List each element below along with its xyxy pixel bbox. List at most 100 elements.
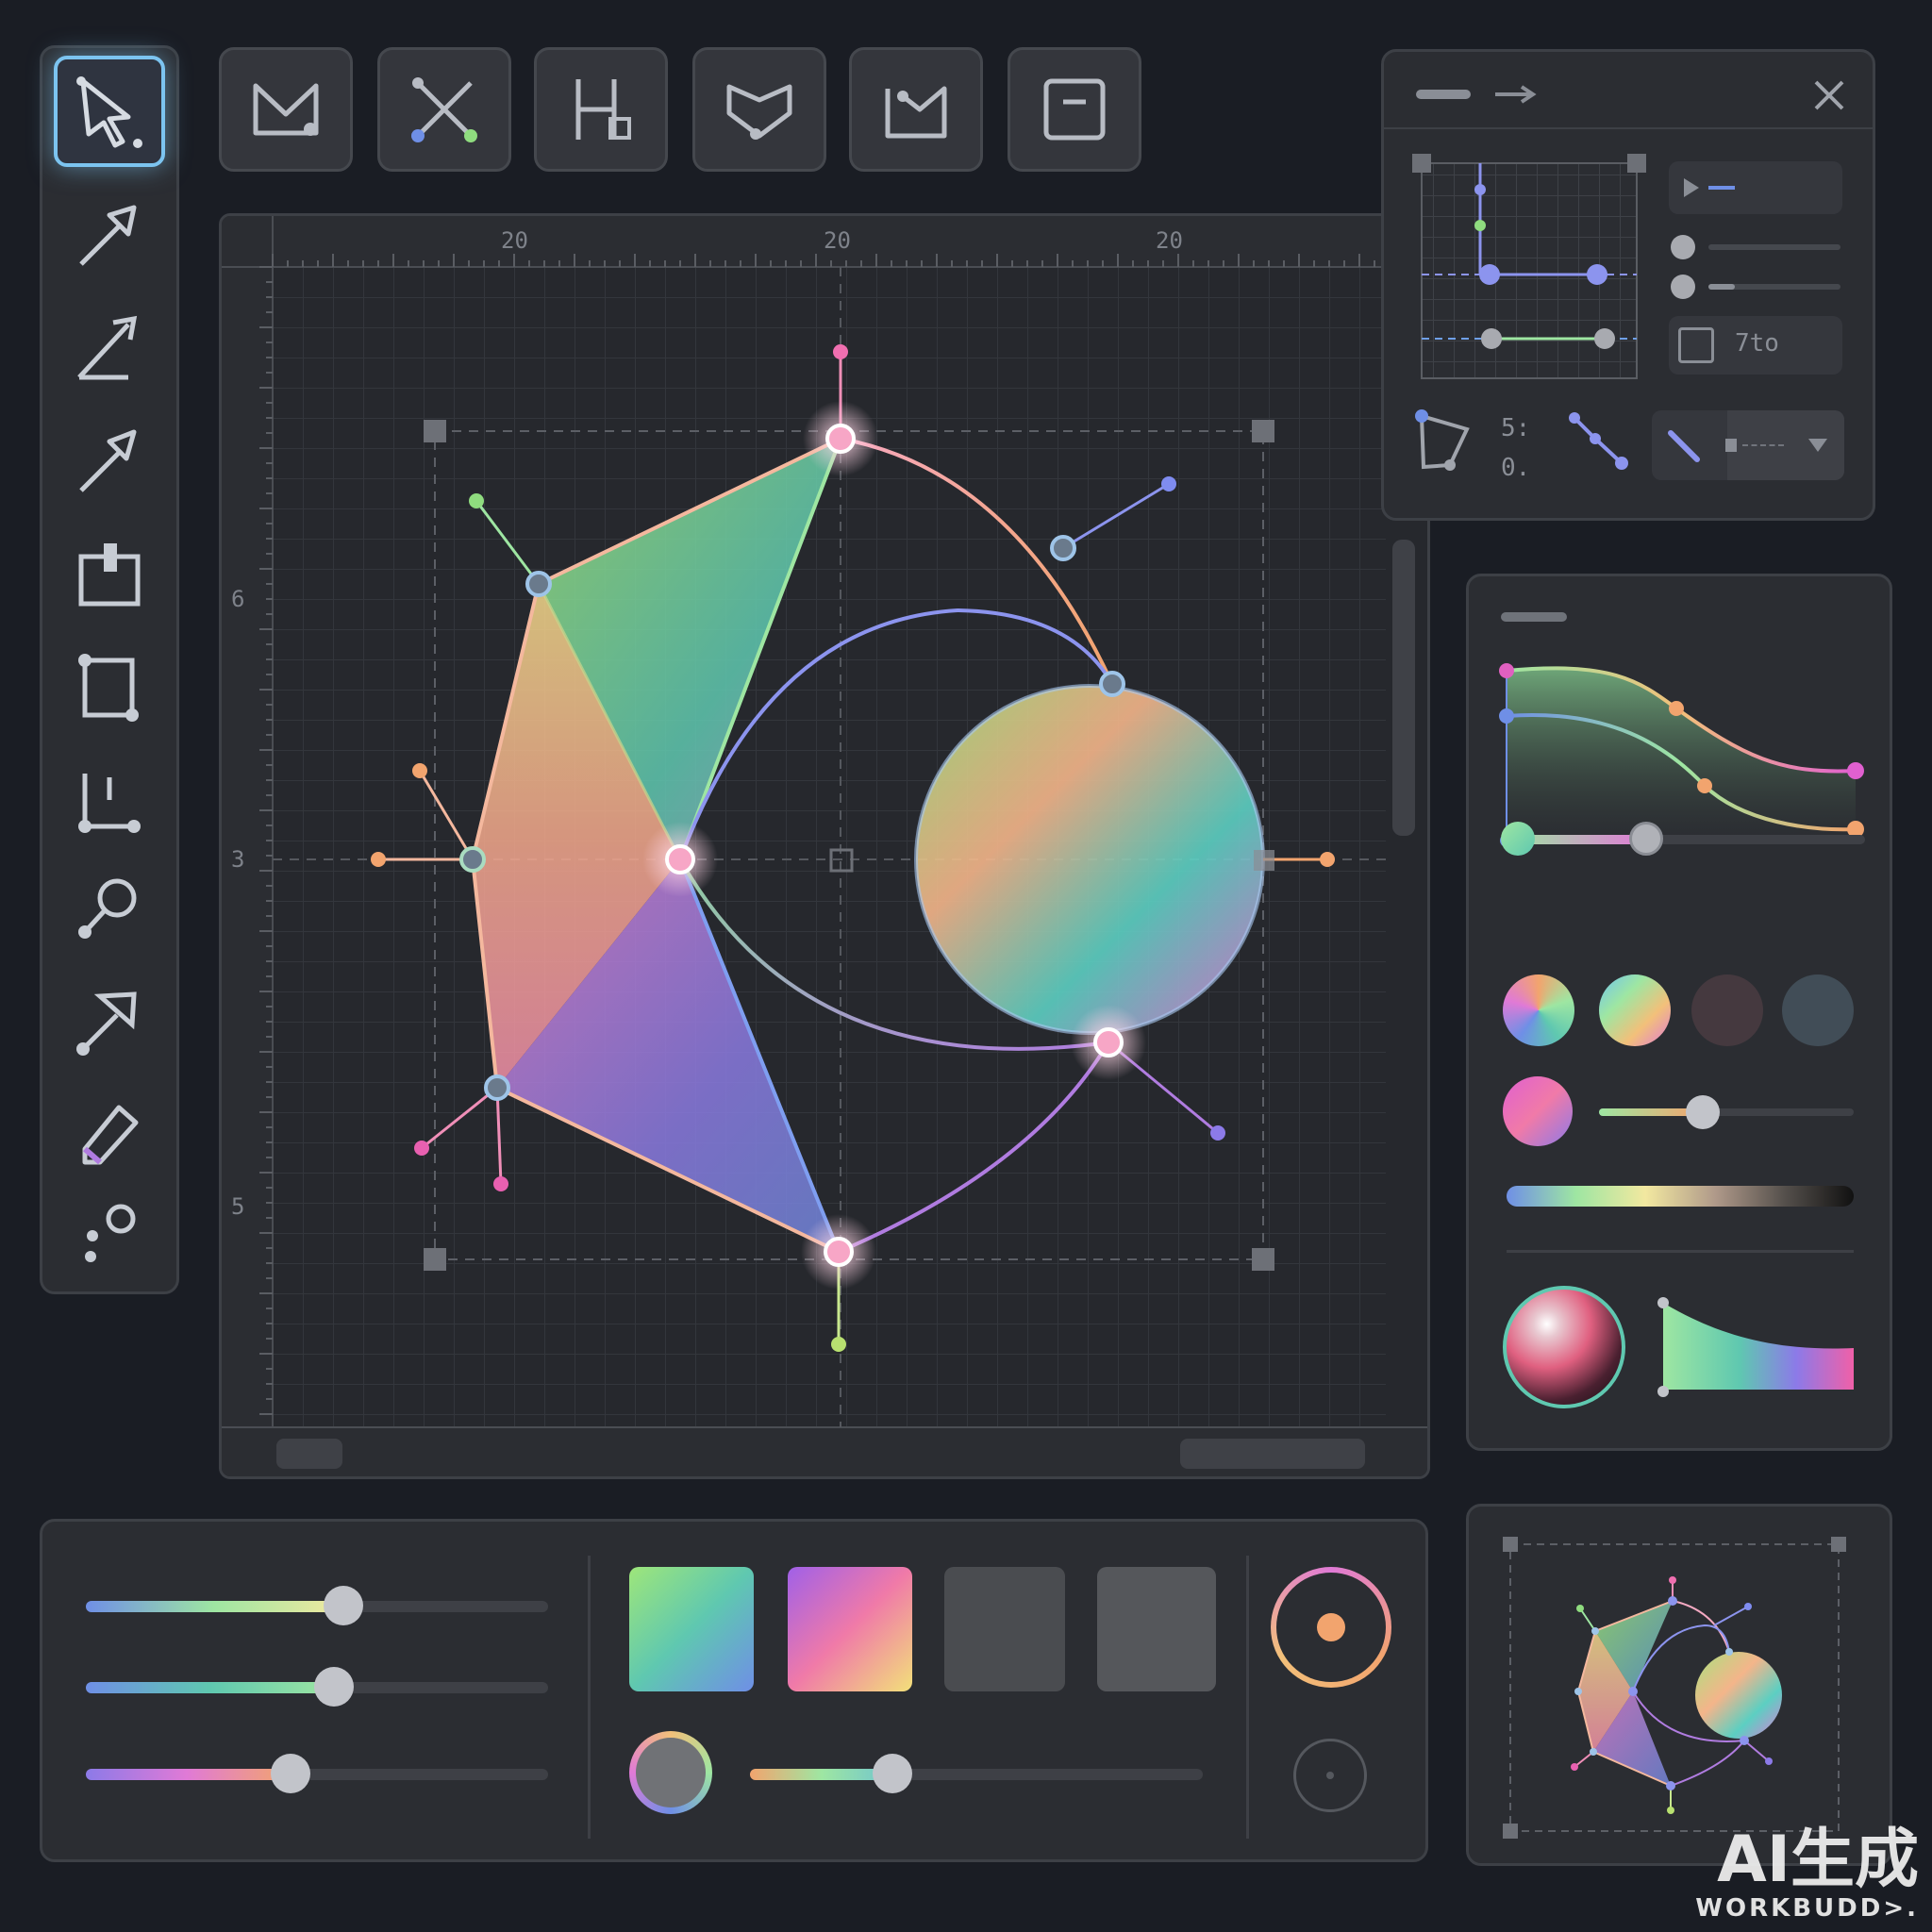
pen-icon bbox=[79, 205, 137, 266]
watermark-subtitle: WORKBUDD>. bbox=[1695, 1894, 1919, 1923]
node-edit-tool-button[interactable] bbox=[54, 965, 165, 1076]
coord-label-x: 5: bbox=[1501, 414, 1531, 442]
path-nodes-icon[interactable] bbox=[1567, 410, 1633, 476]
divider bbox=[1246, 1556, 1249, 1839]
value-field[interactable]: 7to bbox=[1669, 316, 1842, 375]
swatch-gray-1[interactable] bbox=[944, 1567, 1065, 1691]
opacity-slider-thumb[interactable] bbox=[1686, 1095, 1720, 1129]
line-tool-button[interactable] bbox=[54, 291, 165, 403]
heart-shape-icon bbox=[726, 84, 792, 140]
swatch-gray-2[interactable] bbox=[1097, 1567, 1216, 1691]
stroke-width-slider-thumb[interactable] bbox=[873, 1754, 912, 1793]
align-nodes-button[interactable] bbox=[534, 47, 668, 172]
bottom-controls-panel bbox=[40, 1519, 1428, 1862]
gradient-curve-editor[interactable] bbox=[1497, 652, 1874, 878]
stroke-color-ring[interactable] bbox=[629, 1731, 712, 1814]
gradient-ramp-preview[interactable] bbox=[1657, 1295, 1857, 1399]
hue-slider-start-thumb[interactable] bbox=[1501, 822, 1535, 856]
play-field[interactable] bbox=[1669, 161, 1842, 214]
slider-3-thumb[interactable] bbox=[271, 1754, 310, 1793]
heart-shape-button[interactable] bbox=[692, 47, 826, 172]
ruler-top-label: 20 bbox=[824, 227, 851, 254]
frame-tool-button[interactable] bbox=[54, 518, 165, 629]
color-sphere-preview[interactable] bbox=[1503, 1286, 1625, 1408]
intersect-button[interactable] bbox=[377, 47, 511, 172]
navigator-thumbnail bbox=[1503, 1537, 1846, 1839]
active-color-swatch[interactable] bbox=[1503, 1076, 1573, 1146]
line-icon bbox=[77, 315, 138, 380]
ruler-top-label: 20 bbox=[1156, 227, 1183, 254]
target-color-button[interactable] bbox=[1271, 1567, 1391, 1688]
stroke-width-slider[interactable] bbox=[750, 1754, 1203, 1793]
drawing-canvas[interactable]: 20 20 20 6 3 5 bbox=[219, 213, 1430, 1479]
canvas-artwork bbox=[222, 216, 1427, 1476]
frame-icon bbox=[78, 543, 141, 607]
eraser-tool-button[interactable] bbox=[54, 1076, 165, 1188]
play-icon bbox=[1684, 178, 1735, 197]
panel-grip[interactable] bbox=[1416, 90, 1471, 99]
watermark-title: AI生成 bbox=[1717, 1823, 1919, 1897]
polygon-node-icon[interactable] bbox=[1412, 408, 1478, 475]
navigator-preview[interactable] bbox=[1466, 1504, 1892, 1866]
magnifier-node-icon bbox=[78, 878, 137, 939]
stroke-style-dropdown[interactable] bbox=[1652, 410, 1844, 480]
gradient-swatch-green-blue[interactable] bbox=[629, 1567, 754, 1691]
hue-slider[interactable] bbox=[1501, 822, 1865, 856]
option-1-bar bbox=[1708, 244, 1840, 250]
panel-grip[interactable] bbox=[1501, 612, 1567, 622]
horizontal-scrollbar-thumb[interactable] bbox=[1180, 1439, 1365, 1469]
chart-node-button[interactable] bbox=[849, 47, 983, 172]
minus-box-icon bbox=[1043, 78, 1106, 141]
ruler-top-label: 20 bbox=[501, 227, 528, 254]
intersect-icon bbox=[411, 77, 477, 142]
node-align-tool-button[interactable] bbox=[54, 744, 165, 856]
swatch-dark-mauve[interactable] bbox=[1691, 974, 1763, 1046]
value-field-text: 7to bbox=[1735, 329, 1779, 358]
pen-tool-button[interactable] bbox=[54, 180, 165, 291]
hue-slider-thumb[interactable] bbox=[1629, 822, 1663, 856]
scatter-points-tool-button[interactable] bbox=[54, 1176, 165, 1288]
slider-1[interactable] bbox=[86, 1586, 548, 1625]
divider bbox=[1384, 127, 1873, 129]
vertical-scrollbar-thumb[interactable] bbox=[1392, 540, 1415, 836]
eraser-icon bbox=[82, 1105, 139, 1165]
envelope-node-button[interactable] bbox=[219, 47, 353, 172]
slider-2-thumb[interactable] bbox=[314, 1667, 354, 1707]
arrow-pen-tool-button[interactable] bbox=[54, 405, 165, 516]
target-icon[interactable] bbox=[1293, 1739, 1367, 1812]
magnifier-node-tool-button[interactable] bbox=[54, 852, 165, 963]
align-nodes-icon bbox=[575, 79, 631, 140]
close-icon[interactable] bbox=[1810, 76, 1848, 114]
slider-2[interactable] bbox=[86, 1667, 548, 1707]
swatch-rainbow[interactable] bbox=[1503, 974, 1574, 1046]
minus-box-button[interactable] bbox=[1008, 47, 1141, 172]
slider-3[interactable] bbox=[86, 1754, 548, 1793]
swatch-pastel[interactable] bbox=[1599, 974, 1671, 1046]
ruler-left-label: 5 bbox=[231, 1193, 245, 1220]
gradient-swatch-purple-yellow[interactable] bbox=[788, 1567, 912, 1691]
ruler-left-label: 3 bbox=[231, 846, 245, 873]
node-grid-preview bbox=[1412, 154, 1646, 379]
chevron-down-icon bbox=[1808, 439, 1827, 452]
select-tool-button[interactable] bbox=[54, 56, 165, 167]
chart-node-icon bbox=[885, 86, 947, 139]
swatch-slate[interactable] bbox=[1782, 974, 1854, 1046]
coord-label-y: 0. bbox=[1501, 454, 1531, 482]
opacity-slider[interactable] bbox=[1599, 1095, 1854, 1129]
checkbox[interactable] bbox=[1678, 327, 1714, 363]
slider-1-thumb[interactable] bbox=[324, 1586, 363, 1625]
radio-option-2[interactable] bbox=[1671, 275, 1695, 299]
arrow-pen-icon bbox=[79, 429, 137, 492]
gradient-bar[interactable] bbox=[1507, 1186, 1854, 1207]
option-2-bar bbox=[1708, 284, 1840, 290]
horizontal-scrollbar-start[interactable] bbox=[276, 1439, 342, 1469]
tool-sidebar bbox=[40, 45, 179, 1294]
radio-option-1[interactable] bbox=[1671, 235, 1695, 259]
properties-panel: 7to 5: 0. bbox=[1381, 49, 1875, 521]
rectangle-node-tool-button[interactable] bbox=[54, 631, 165, 742]
divider bbox=[588, 1556, 591, 1839]
watermark: AI生成 WORKBUDD>. bbox=[1695, 1823, 1919, 1924]
envelope-node-icon bbox=[253, 83, 319, 136]
brush-icon bbox=[1668, 430, 1700, 462]
node-edit-icon bbox=[76, 991, 137, 1056]
